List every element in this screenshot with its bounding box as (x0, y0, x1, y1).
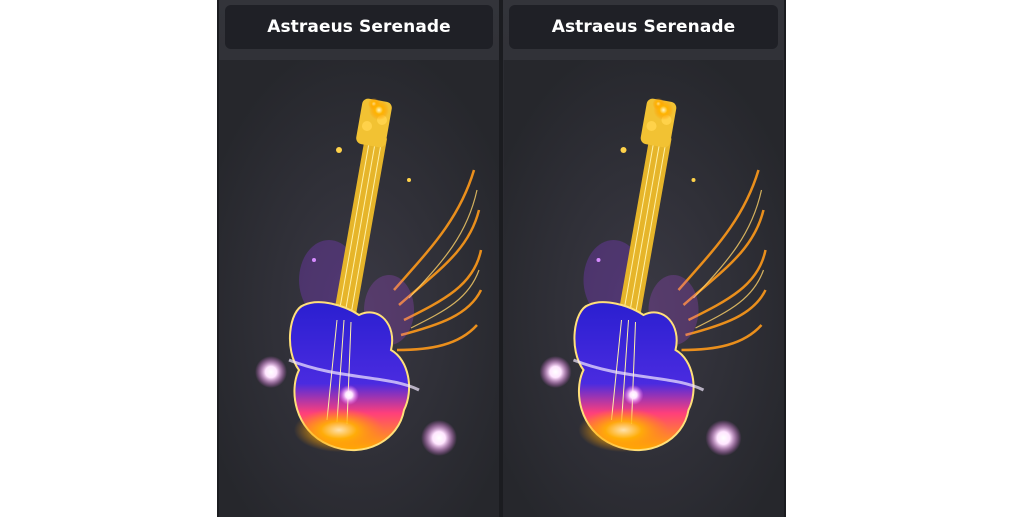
item-title: Astraeus Serenade (267, 17, 451, 37)
item-title-bar: Astraeus Serenade (509, 5, 778, 49)
item-card-right: Astraeus Serenade (501, 0, 786, 517)
glowing-guitar-icon (503, 60, 784, 517)
glowing-guitar-icon (219, 60, 499, 517)
comparison-view: Astraeus Serenade Astraeus Serenade (0, 0, 1033, 517)
item-card-left: Astraeus Serenade (217, 0, 501, 517)
guitar-artwork (219, 60, 499, 517)
item-title: Astraeus Serenade (551, 17, 736, 37)
guitar-artwork (503, 60, 784, 517)
item-title-bar: Astraeus Serenade (225, 5, 493, 49)
